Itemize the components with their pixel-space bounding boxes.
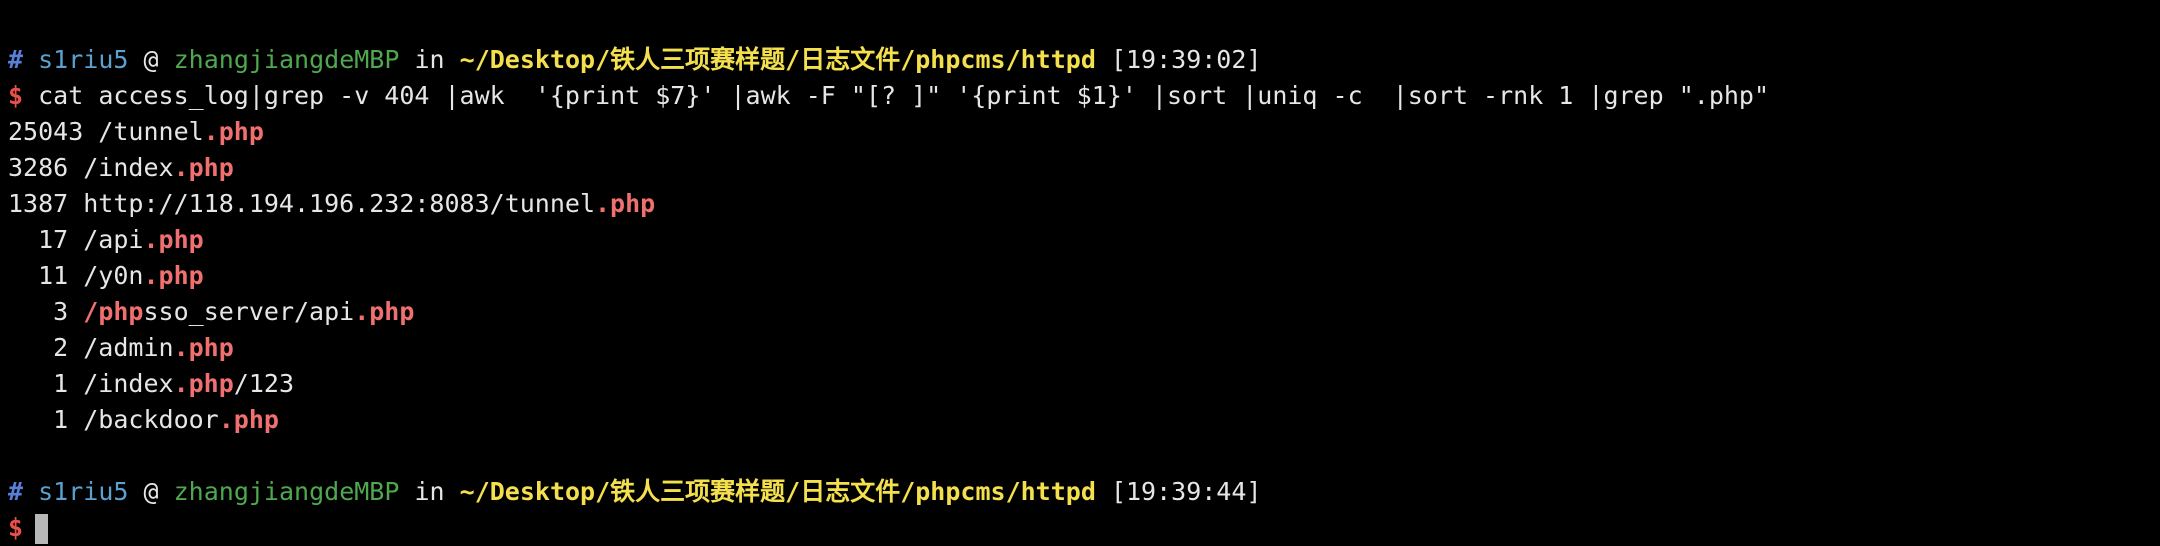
output-match: .php — [173, 333, 234, 362]
output-line: 1 /backdoor.php — [8, 402, 2160, 438]
output-line: 11 /y0n.php — [8, 258, 2160, 294]
output-text: 2 /admin — [8, 333, 174, 362]
prompt-at: @ — [143, 477, 159, 506]
prompt-dollar: $ — [8, 81, 24, 110]
output-match: .php — [203, 117, 264, 146]
output-match: .php — [218, 405, 279, 434]
output-line: 1387 http://118.194.196.232:8083/tunnel.… — [8, 186, 2160, 222]
output-match: .php — [173, 153, 234, 182]
output-text: 11 /y0n — [8, 261, 144, 290]
output-line: 3 /phpsso_server/api.php — [8, 294, 2160, 330]
prompt-in: in — [414, 477, 445, 506]
command-line: $ cat access_log|grep -v 404 |awk '{prin… — [8, 78, 2160, 114]
prompt-line: # s1riu5 @ zhangjiangdeMBP in ~/Desktop/… — [8, 474, 2160, 510]
output-line: 3286 /index.php — [8, 150, 2160, 186]
output-text: 25043 /tunnel — [8, 117, 204, 146]
prompt-at: @ — [143, 45, 159, 74]
output-match: .php — [143, 225, 204, 254]
prompt-dollar: $ — [8, 513, 24, 542]
prompt-in: in — [414, 45, 445, 74]
prompt-path: ~/Desktop/铁人三项赛样题/日志文件/phpcms/httpd — [459, 45, 1096, 74]
output-text: 1 /backdoor — [8, 405, 219, 434]
output-line: 2 /admin.php — [8, 330, 2160, 366]
command-text[interactable]: cat access_log|grep -v 404 |awk '{print … — [38, 81, 1769, 110]
terminal-window[interactable]: # s1riu5 @ zhangjiangdeMBP in ~/Desktop/… — [0, 0, 2160, 546]
output-text: 3 — [8, 297, 84, 326]
prompt-host: zhangjiangdeMBP — [173, 45, 400, 74]
prompt-line: # s1riu5 @ zhangjiangdeMBP in ~/Desktop/… — [8, 42, 2160, 78]
prompt-time: [19:39:44] — [1110, 477, 1262, 506]
output-match: .php — [143, 261, 204, 290]
output-text: 3286 /index — [8, 153, 174, 182]
prompt-host: zhangjiangdeMBP — [173, 477, 400, 506]
output-match: .php — [595, 189, 656, 218]
output-text-tail: /123 — [233, 369, 295, 398]
output-text-tail: sso_server/api — [143, 297, 355, 326]
output-match: /php — [83, 297, 144, 326]
text-cursor[interactable] — [35, 514, 49, 544]
output-match-2: .php — [354, 297, 415, 326]
prompt-user: s1riu5 — [38, 45, 129, 74]
output-text: 1 /index — [8, 369, 174, 398]
output-line: 17 /api.php — [8, 222, 2160, 258]
output-text: 1387 http://118.194.196.232:8083/tunnel — [8, 189, 595, 218]
prompt-user: s1riu5 — [38, 477, 129, 506]
output-text: 17 /api — [8, 225, 144, 254]
output-match: .php — [173, 369, 234, 398]
prompt-time: [19:39:02] — [1110, 45, 1262, 74]
prompt-path: ~/Desktop/铁人三项赛样题/日志文件/phpcms/httpd — [459, 477, 1096, 506]
output-line: 1 /index.php/123 — [8, 366, 2160, 402]
input-line[interactable]: $ — [8, 510, 2160, 546]
prompt-hash: # — [8, 477, 24, 506]
output-line: 25043 /tunnel.php — [8, 114, 2160, 150]
prompt-hash: # — [8, 45, 24, 74]
